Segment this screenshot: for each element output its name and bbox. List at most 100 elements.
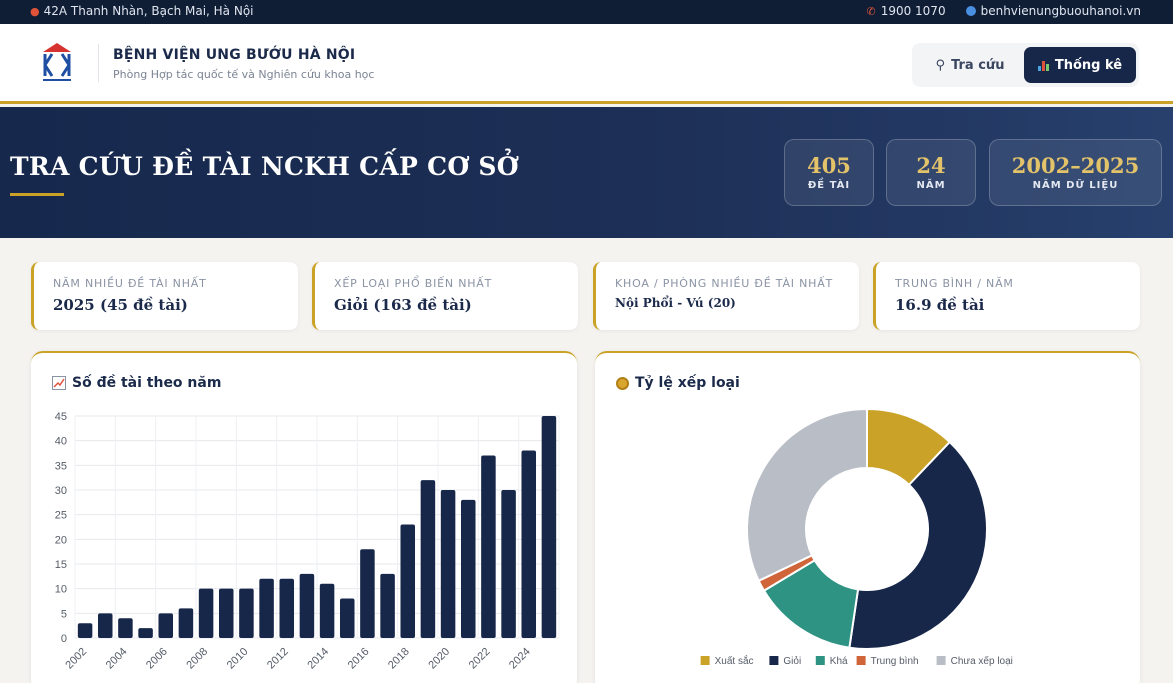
bar-2010[interactable] — [239, 588, 254, 638]
stat-years: 24 NĂM — [886, 139, 976, 206]
bar-2017[interactable] — [380, 573, 395, 638]
hero-banner: TRA CỨU ĐỀ TÀI NCKH CẤP CƠ SỞ 405 ĐỀ TÀI… — [0, 107, 1173, 238]
phone-link[interactable]: ✆ 1900 1070 — [866, 4, 945, 18]
stat-range-label: NĂM DỮ LIỆU — [1032, 180, 1119, 191]
legend-swatch — [856, 656, 866, 665]
main-nav: ⚲ Tra cứu Thống kê — [912, 43, 1139, 87]
stat-years-value: 24 — [916, 153, 946, 178]
bar-2003[interactable] — [97, 613, 113, 638]
summary-label: XẾP LOẠI PHỔ BIẾN NHẤT — [334, 277, 493, 290]
tab-statistics-label: Thống kê — [1054, 57, 1123, 73]
department-name: Phòng Hợp tác quốc tế và Nghiên cứu khoa… — [113, 68, 375, 81]
bar-2024[interactable] — [521, 450, 537, 638]
bar-2023[interactable] — [501, 490, 516, 638]
summary-card-average: TRUNG BÌNH / NĂM 16.9 đề tài — [873, 262, 1140, 330]
search-icon: ⚲ — [935, 57, 946, 73]
x-tick-label: 2018 — [386, 646, 412, 672]
x-tick-label: 2006 — [144, 646, 170, 672]
title-underline — [10, 193, 64, 196]
legend-label: Xuất sắc — [715, 654, 754, 667]
x-tick-label: 2020 — [426, 646, 452, 672]
grade-donut-chart: Xuất sắc Giỏi Khá Trung bình Chưa xếp loại — [700, 407, 1013, 667]
bar-2004[interactable] — [118, 618, 133, 638]
bar-2013[interactable] — [299, 573, 315, 638]
summary-value: Nội Phổi - Vú (20) — [615, 296, 736, 310]
bar-2011[interactable] — [259, 578, 274, 638]
bar-2007[interactable] — [178, 608, 194, 638]
bar-2021[interactable] — [460, 499, 476, 638]
legend-swatch — [815, 656, 825, 665]
bar-chart-icon — [1037, 60, 1049, 71]
phone-icon: ✆ — [866, 4, 876, 18]
hospital-logo[interactable] — [40, 42, 74, 84]
y-tick-label: 20 — [55, 534, 67, 546]
page-title: TRA CỨU ĐỀ TÀI NCKH CẤP CƠ SỞ — [10, 152, 519, 181]
bar-2006[interactable] — [158, 613, 174, 638]
bar-2014[interactable] — [319, 583, 335, 638]
legend-label: Giỏi — [783, 655, 801, 667]
summary-label: KHOA / PHÒNG NHIỀU ĐỀ TÀI NHẤT — [615, 277, 834, 290]
tab-lookup-label: Tra cứu — [951, 57, 1005, 73]
y-tick-label: 40 — [55, 436, 67, 448]
legend-swatch — [769, 656, 779, 665]
summary-label: TRUNG BÌNH / NĂM — [895, 277, 1014, 290]
legend-label: Trung bình — [871, 656, 919, 667]
legend-swatch — [700, 656, 710, 665]
y-tick-label: 15 — [55, 559, 67, 571]
legend-label: Chưa xếp loại — [951, 655, 1013, 667]
x-tick-label: 2012 — [265, 646, 291, 672]
summary-card-top-grade: XẾP LOẠI PHỔ BIẾN NHẤT Giỏi (163 đề tài) — [312, 262, 578, 330]
bar-2018[interactable] — [400, 524, 416, 638]
address-text: 42A Thanh Nhàn, Bạch Mai, Hà Nội — [43, 4, 254, 18]
x-tick-label: 2004 — [104, 646, 130, 672]
y-tick-label: 30 — [55, 485, 67, 497]
x-tick-label: 2014 — [305, 646, 331, 672]
x-tick-label: 2002 — [63, 646, 89, 672]
bar-2022[interactable] — [481, 455, 496, 638]
bar-2016[interactable] — [360, 549, 375, 638]
stat-years-label: NĂM — [916, 180, 946, 191]
summary-card-top-year: NĂM NHIỀU ĐỀ TÀI NHẤT 2025 (45 đề tài) — [31, 262, 298, 330]
location-pin-icon: ● — [30, 4, 40, 18]
address: ● 42A Thanh Nhàn, Bạch Mai, Hà Nội — [30, 4, 254, 18]
header-divider — [98, 44, 99, 82]
summary-card-top-department: KHOA / PHÒNG NHIỀU ĐỀ TÀI NHẤT Nội Phổi … — [593, 262, 859, 330]
tab-statistics[interactable]: Thống kê — [1024, 47, 1136, 83]
y-tick-label: 10 — [55, 584, 67, 596]
bar-2002[interactable] — [77, 623, 93, 638]
stat-topics: 405 ĐỀ TÀI — [784, 139, 874, 206]
globe-icon — [965, 6, 976, 16]
grade-chart-panel: Tỷ lệ xếp loại Xuất sắc Giỏi Khá Trung bình… — [595, 351, 1140, 683]
x-tick-label: 2008 — [184, 646, 210, 672]
stat-range-value: 2002–2025 — [1011, 153, 1140, 178]
phone-text: 1900 1070 — [880, 4, 946, 18]
stat-topics-label: ĐỀ TÀI — [807, 180, 851, 191]
summary-label: NĂM NHIỀU ĐỀ TÀI NHẤT — [53, 277, 207, 290]
bar-2015[interactable] — [339, 598, 355, 638]
donut-slice-4[interactable] — [746, 407, 868, 583]
tab-lookup[interactable]: ⚲ Tra cứu — [920, 47, 1020, 83]
website-link[interactable]: benhvienungbuouhanoi.vn — [965, 4, 1141, 18]
site-header: BỆNH VIỆN UNG BƯỚU HÀ NỘI Phòng Hợp tác … — [0, 24, 1173, 104]
summary-value: 2025 (45 đề tài) — [53, 296, 188, 314]
summary-value: 16.9 đề tài — [895, 296, 985, 314]
y-tick-label: 35 — [55, 460, 67, 472]
legend-label: Khá — [830, 656, 848, 667]
x-tick-label: 2010 — [225, 646, 251, 672]
stat-range: 2002–2025 NĂM DỮ LIỆU — [989, 139, 1162, 206]
bar-2009[interactable] — [218, 588, 234, 638]
x-tick-label: 2016 — [346, 646, 372, 672]
bar-2020[interactable] — [440, 490, 456, 638]
y-tick-label: 45 — [55, 411, 67, 423]
yearly-chart-panel: Số đề tài theo năm 0 5 10 15 20 25 30 35 40 45 200… — [31, 351, 577, 683]
y-tick-label: 0 — [61, 633, 67, 645]
hospital-name: BỆNH VIỆN UNG BƯỚU HÀ NỘI — [113, 47, 356, 63]
bar-2005[interactable] — [138, 628, 153, 638]
bar-2019[interactable] — [420, 480, 436, 638]
bar-2012[interactable] — [279, 578, 295, 638]
bar-2008[interactable] — [198, 588, 214, 638]
yearly-bar-chart: 0 5 10 15 20 25 30 35 40 45 2002 2004 2006 2008 2010 20… — [55, 411, 560, 672]
bar-2025[interactable] — [541, 416, 557, 638]
x-tick-label: 2022 — [467, 646, 493, 672]
summary-value: Giỏi (163 đề tài) — [334, 296, 472, 314]
